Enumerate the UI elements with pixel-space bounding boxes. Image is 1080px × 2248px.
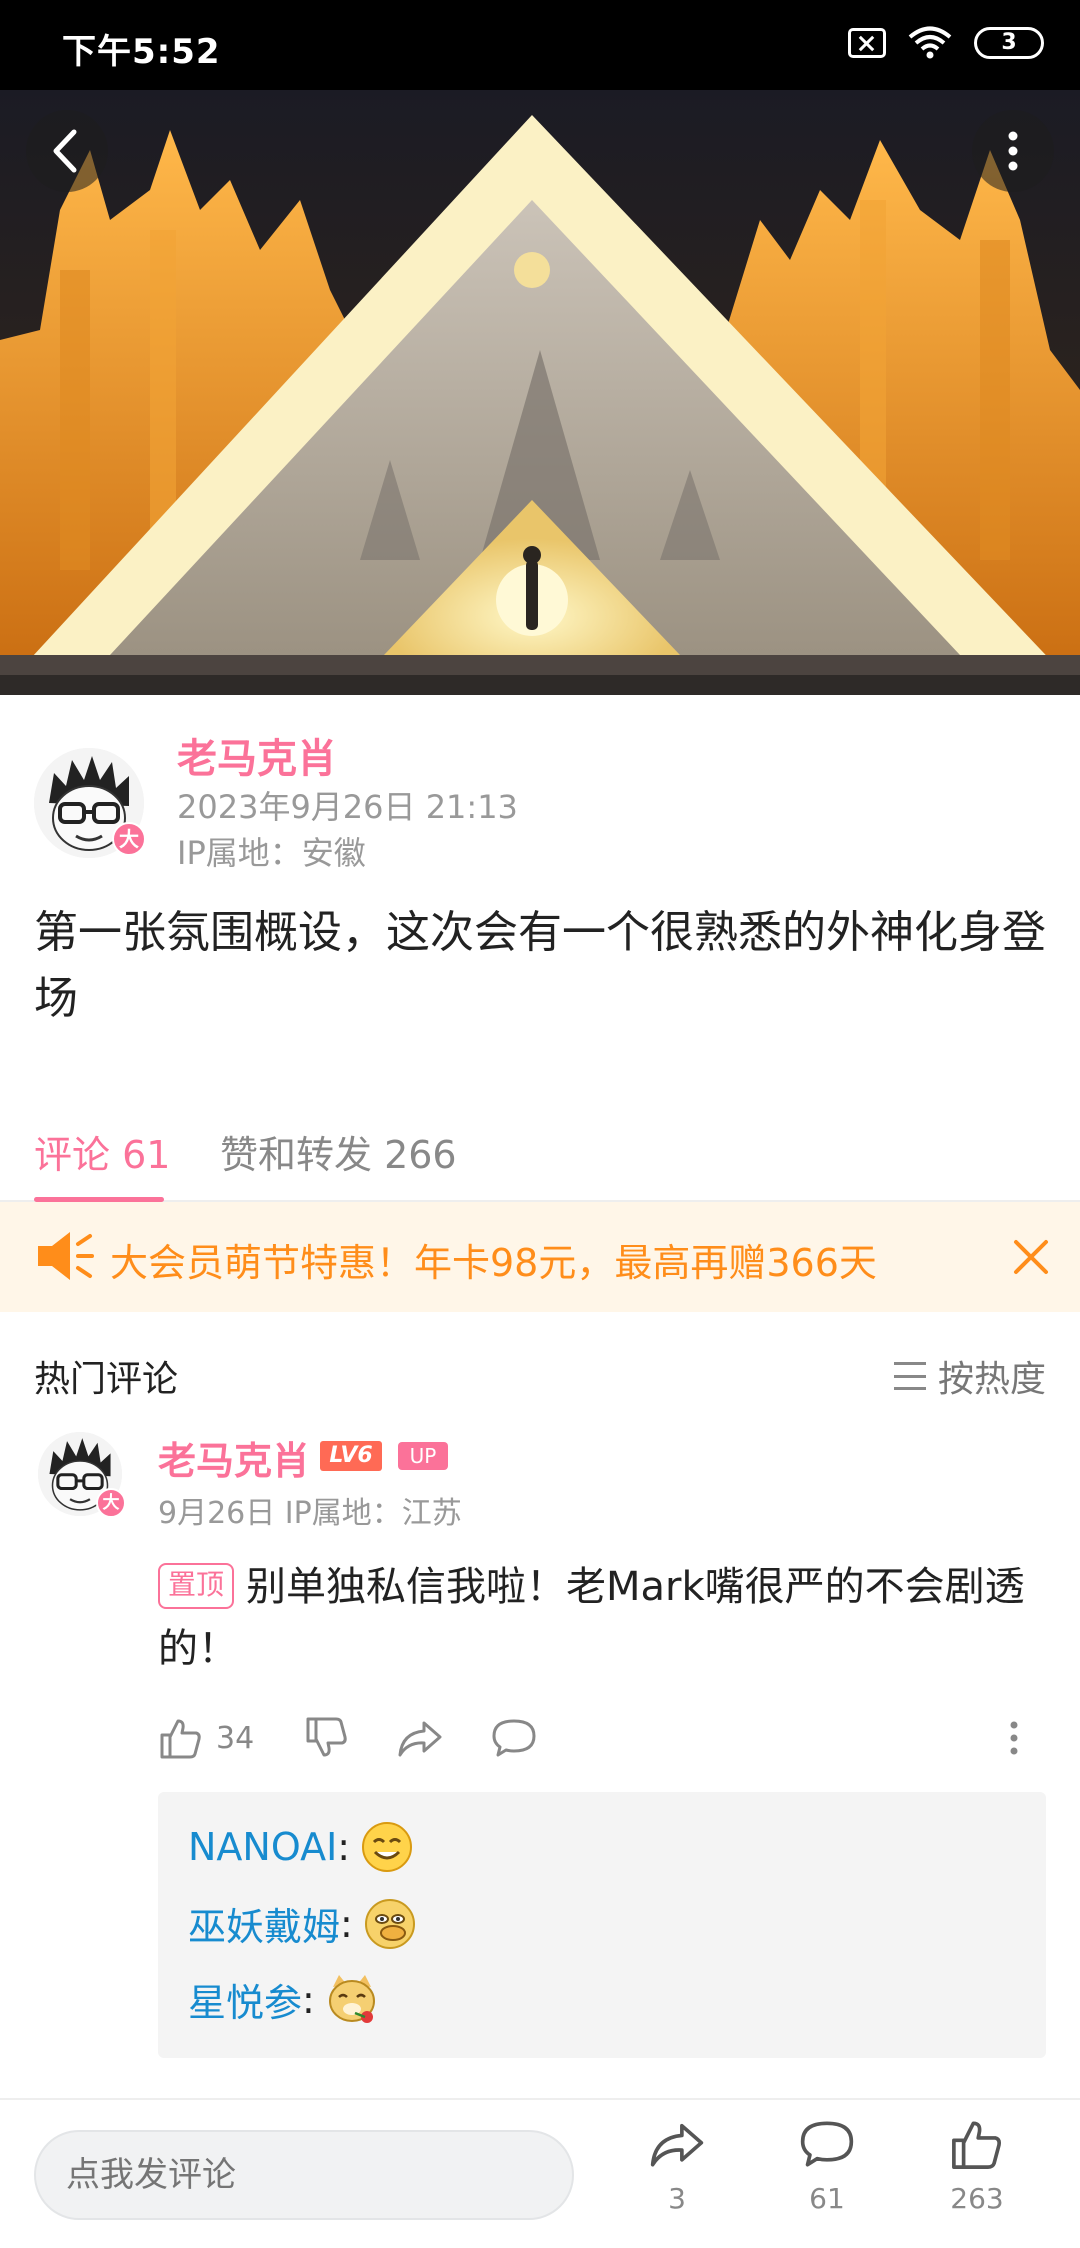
vip-badge: 大 [112, 822, 146, 856]
comment-share-button[interactable] [396, 1710, 444, 1766]
thumbs-down-icon [306, 1717, 347, 1757]
comment-reply-button[interactable] [490, 1710, 538, 1766]
share-count: 3 [668, 2182, 686, 2215]
reply-item[interactable]: 巫妖戴姆: [188, 1896, 417, 1951]
comment-count: 61 [809, 2182, 845, 2215]
chat-bubble-icon [492, 1719, 536, 1757]
comment-more-button[interactable] [1004, 1710, 1024, 1766]
comment-avatar-container[interactable]: 大 [38, 1432, 126, 1518]
comment-text-block: 置顶 别单独私信我啦！老Mark嘴很严的不会剧透的！ [158, 1556, 1038, 1680]
thumbs-up-icon [160, 1719, 201, 1759]
comment-dislike-button[interactable] [304, 1710, 350, 1766]
chat-bubble-icon [800, 2121, 854, 2167]
tab-likes-shares[interactable]: 赞和转发 266 [220, 1124, 457, 1179]
sort-label: 按热度 [937, 1359, 1046, 1400]
cat-rose-emoji-icon [328, 1974, 375, 2023]
more-vertical-icon [1010, 1721, 1018, 1755]
promo-text[interactable]: 大会员萌节特惠！年卡98元，最高再赠366天 [110, 1232, 877, 1287]
comment-button[interactable]: 61 [772, 2116, 882, 2215]
comment-actions: 34 [158, 1710, 1038, 1766]
comment-author[interactable]: 老马克肖 [158, 1430, 310, 1485]
pinned-tag: 置顶 [158, 1563, 235, 1609]
reply-preview-box[interactable]: NANOAI: 巫妖戴姆: 星悦参: [158, 1792, 1046, 2058]
reply-colon: : [302, 1977, 315, 2022]
post-tabs: 评论 61 赞和转发 266 [0, 1110, 1080, 1202]
level-badge: LV6 [320, 1441, 382, 1471]
post-image[interactable] [0, 90, 1080, 695]
vip-badge: 大 [96, 1488, 126, 1518]
chevron-left-icon [53, 129, 77, 173]
wifi-icon [908, 26, 952, 59]
comment-input[interactable] [34, 2130, 574, 2220]
battery-icon: 3 [974, 27, 1044, 59]
author-avatar-container[interactable]: 大 [34, 748, 146, 858]
reply-colon: : [337, 1825, 351, 1869]
hot-comments-title: 热门评论 [34, 1359, 179, 1400]
back-button[interactable] [26, 110, 108, 192]
more-vertical-icon [1008, 131, 1018, 171]
comment-like-button[interactable]: 34 [158, 1710, 254, 1766]
reply-user[interactable]: 巫妖戴姆 [188, 1896, 340, 1951]
reply-user[interactable]: NANOAI [188, 1825, 337, 1869]
reply-item[interactable]: NANOAI: [188, 1820, 414, 1874]
share-icon [650, 2123, 704, 2167]
like-button[interactable]: 263 [922, 2116, 1032, 2215]
share-icon [398, 1721, 442, 1757]
reply-user[interactable]: 星悦参 [188, 1972, 302, 2027]
post-ip-location: IP属地：安徽 [177, 834, 366, 872]
reply-colon: : [340, 1901, 353, 1946]
reply-item[interactable]: 星悦参: [188, 1972, 379, 2027]
post-content: 第一张氛围概设，这次会有一个很熟悉的外神化身登场 [34, 907, 1046, 1024]
list-icon [893, 1362, 926, 1390]
comment-meta: 9月26日 IP属地：江苏 [158, 1496, 462, 1531]
more-options-button[interactable] [972, 110, 1054, 192]
close-icon[interactable] [1004, 1230, 1058, 1284]
comment-like-count: 34 [216, 1720, 255, 1756]
author-name[interactable]: 老马克肖 [177, 726, 337, 784]
bottom-action-bar: 3 61 263 [0, 2098, 1080, 2248]
comment-text: 别单独私信我啦！老Mark嘴很严的不会剧透的！ [158, 1564, 1025, 1672]
status-icons: 3 [848, 26, 1044, 60]
post-datetime: 2023年9月26日 21:13 [177, 788, 518, 826]
megaphone-icon [38, 1232, 94, 1280]
hero-artwork [0, 90, 1080, 695]
sort-button[interactable]: 按热度 [893, 1350, 1046, 1402]
like-count: 263 [950, 2182, 1004, 2215]
up-badge: UP [398, 1442, 448, 1470]
tab-comments[interactable]: 评论 61 [34, 1124, 170, 1179]
thumbs-up-icon [952, 2121, 1001, 2169]
no-sim-icon [848, 28, 886, 58]
post-author: 大 老马克肖 2023年9月26日 21:13 IP属地：安徽 [0, 720, 1080, 880]
doge-face-emoji-icon [364, 1898, 415, 1949]
promo-banner[interactable]: 大会员萌节特惠！年卡98元，最高再赠366天 [0, 1202, 1080, 1312]
smiling-face-emoji-icon [362, 1822, 413, 1872]
status-bar: 下午5:52 3 [0, 0, 1080, 90]
share-button[interactable]: 3 [622, 2116, 732, 2215]
status-time: 下午5:52 [62, 32, 221, 72]
